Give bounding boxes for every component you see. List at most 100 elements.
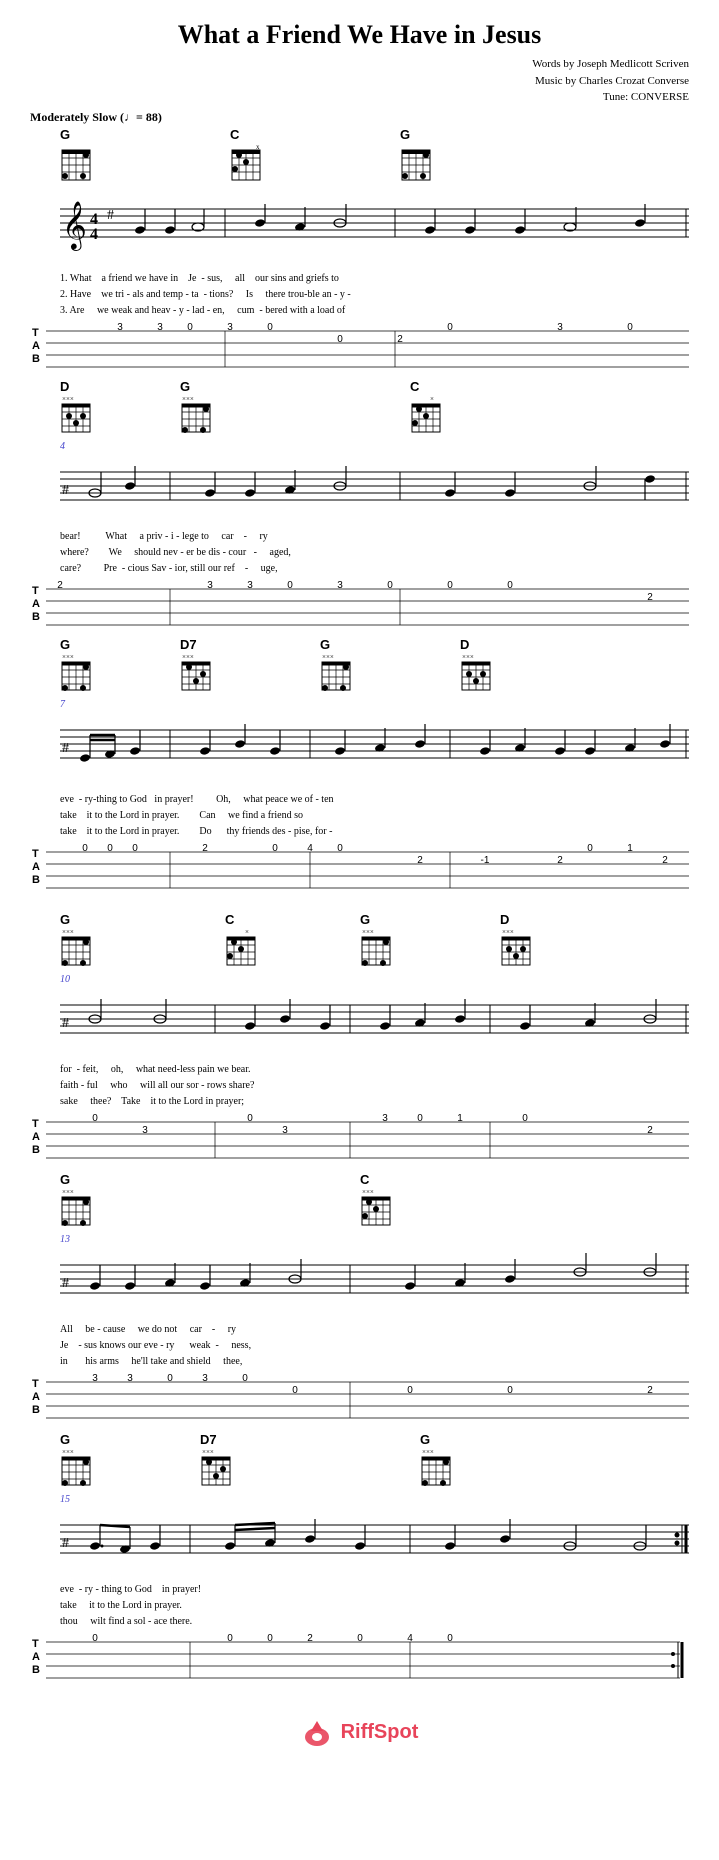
svg-text:0: 0 — [227, 1633, 233, 1644]
chord-diagram-G3: G ××× — [180, 379, 216, 439]
svg-text:×××: ××× — [182, 654, 194, 661]
svg-text:0: 0 — [107, 843, 113, 854]
lyrics-section-2: bear! What a priv - i - lege to car - ry… — [30, 529, 689, 577]
svg-text:×××: ××× — [422, 1449, 434, 1456]
chord-G4-svg: ××× — [60, 654, 96, 692]
svg-text:#: # — [62, 483, 69, 498]
svg-text:0: 0 — [357, 1633, 363, 1644]
svg-text:0: 0 — [242, 1373, 248, 1384]
svg-text:2: 2 — [397, 334, 403, 345]
tab-section-5: T A B 3 3 0 3 0 0 0 0 2 — [30, 1372, 689, 1422]
chord-diagram-C1: C x — [230, 127, 262, 187]
chord-row-6: G ××× D7 × — [30, 1432, 689, 1494]
chord-diagram-G9: G ××× — [60, 1432, 96, 1492]
svg-text:T: T — [32, 1378, 39, 1390]
chord-G3-svg: ××× — [180, 396, 216, 434]
measure-number-13: 13 — [60, 1234, 689, 1245]
svg-text:2: 2 — [647, 1385, 653, 1396]
svg-text:0: 0 — [507, 580, 513, 591]
svg-text:3: 3 — [202, 1373, 208, 1384]
lyrics-line-5c: in his arms he'll take and shield thee, — [60, 1354, 689, 1370]
svg-text:B: B — [32, 1664, 40, 1676]
staff-section-3: # — [30, 710, 689, 790]
svg-text:0: 0 — [407, 1385, 413, 1396]
svg-text:0: 0 — [267, 322, 273, 333]
svg-text:0: 0 — [267, 1633, 273, 1644]
section-1: G C — [30, 127, 689, 371]
tab-section-4: T A B 0 3 0 3 3 0 1 0 2 — [30, 1112, 689, 1162]
lyrics-section-1: 1. What a friend we have in Je - sus, al… — [30, 271, 689, 319]
lyrics-line-4b: faith - ful who will all our sor - rows … — [60, 1078, 689, 1094]
chord-diagram-G7: G ××× — [360, 912, 396, 972]
chord-diagram-D7b: D7 ××× — [200, 1432, 236, 1492]
staff-section-2: # — [30, 452, 689, 527]
chord-diagram-C3: C × — [225, 912, 261, 972]
svg-text:3: 3 — [337, 580, 343, 591]
svg-text:3: 3 — [157, 322, 163, 333]
music-credit: Music by Charles Crozat Converse — [30, 73, 689, 90]
svg-text:#: # — [62, 1016, 69, 1031]
svg-text:×××: ××× — [62, 1189, 74, 1196]
chord-row-1: G C — [30, 127, 689, 189]
tab-section-1: T A B 3 3 0 3 0 0 3 0 0 2 — [30, 321, 689, 371]
measure-number-10: 10 — [60, 974, 689, 985]
section-3: G ××× D7 × — [30, 637, 689, 892]
lyrics-section-3: eve - ry-thing to God in prayer! Oh, wha… — [30, 792, 689, 840]
chord-grid-svg-g2 — [400, 144, 432, 182]
svg-text:B: B — [32, 874, 40, 886]
svg-text:×××: ××× — [62, 1449, 74, 1456]
chord-diagram-G1: G — [60, 127, 92, 187]
lyrics-line-6b: take it to the Lord in prayer. — [60, 1598, 689, 1614]
svg-text:2: 2 — [647, 592, 653, 603]
svg-text:0: 0 — [447, 322, 453, 333]
svg-text:0: 0 — [167, 1373, 173, 1384]
chord-diagram-G6: G ××× — [60, 912, 96, 972]
svg-text:×××: ××× — [502, 929, 514, 936]
svg-text:2: 2 — [557, 855, 563, 866]
svg-text:x: x — [256, 144, 260, 151]
svg-text:2: 2 — [662, 855, 668, 866]
svg-text:3: 3 — [382, 1113, 388, 1124]
svg-text:0: 0 — [507, 1385, 513, 1396]
lyrics-section-6: eve - ry - thing to God in prayer! take … — [30, 1582, 689, 1630]
svg-text:0: 0 — [272, 843, 278, 854]
svg-text:A: A — [32, 861, 40, 873]
svg-text:×××: ××× — [182, 396, 194, 403]
words-credit: Words by Joseph Medlicott Scriven — [30, 56, 689, 73]
svg-text:#: # — [107, 208, 114, 223]
lyrics-line-3c: take it to the Lord in prayer. Do thy fr… — [60, 824, 689, 840]
chord-D2-svg: ××× — [460, 654, 496, 692]
svg-text:3: 3 — [117, 322, 123, 333]
staff-section-1: 𝄞 4 4 # — [30, 189, 689, 269]
tab-section-3: T A B 0 0 0 2 0 4 0 2 -1 2 0 1 2 — [30, 842, 689, 892]
svg-text:A: A — [32, 598, 40, 610]
lyrics-line-5b: Je - sus knows our eve - ry weak - ness, — [60, 1338, 689, 1354]
svg-text:3: 3 — [282, 1125, 288, 1136]
lyrics-line-2c: care? Pre - cious Sav - ior, still our r… — [60, 561, 689, 577]
svg-text:0: 0 — [92, 1113, 98, 1124]
lyrics-line-6a: eve - ry - thing to God in prayer! — [60, 1582, 689, 1598]
svg-text:0: 0 — [187, 322, 193, 333]
svg-text:T: T — [32, 1118, 39, 1130]
lyrics-line-1a: 1. What a friend we have in Je - sus, al… — [60, 271, 689, 287]
svg-text:#: # — [62, 1536, 69, 1551]
svg-text:4: 4 — [90, 226, 98, 243]
chord-row-3: G ××× D7 × — [30, 637, 689, 699]
svg-text:×××: ××× — [322, 654, 334, 661]
svg-text:×××: ××× — [62, 654, 74, 661]
svg-text:3: 3 — [142, 1125, 148, 1136]
svg-text:0: 0 — [417, 1113, 423, 1124]
svg-text:T: T — [32, 327, 39, 339]
svg-text:B: B — [32, 611, 40, 623]
svg-text:0: 0 — [132, 843, 138, 854]
svg-text:0: 0 — [82, 843, 88, 854]
chord-grid-svg — [60, 144, 92, 182]
svg-text:1: 1 — [627, 843, 633, 854]
section-5: G ××× C ×× — [30, 1172, 689, 1422]
tempo-marking: Moderately Slow (♩= 88) — [30, 110, 689, 125]
chord-G9-svg: ××× — [60, 1449, 96, 1487]
chord-G10-svg: ××× — [420, 1449, 456, 1487]
chord-D7-svg: ××× — [180, 654, 216, 692]
svg-text:0: 0 — [337, 843, 343, 854]
svg-text:B: B — [32, 1404, 40, 1416]
